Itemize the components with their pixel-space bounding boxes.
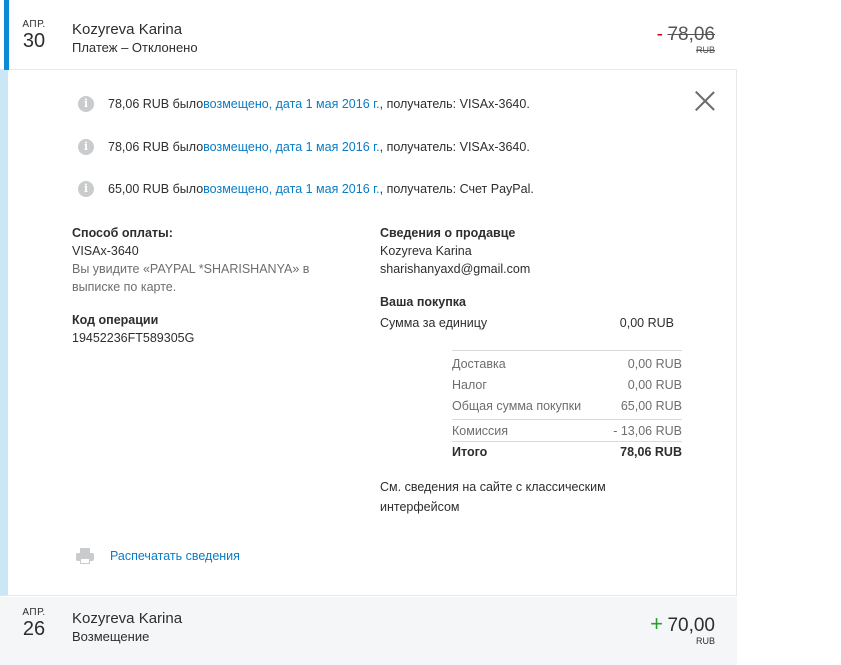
unit-price-row: Сумма за единицу 0,00 RUB — [380, 316, 674, 333]
seller-email-link[interactable]: sharishanyaxd@gmail.com — [380, 262, 530, 276]
tax-value: 0,00 RUB — [627, 378, 682, 392]
transaction-name: Kozyreva Karina — [72, 610, 183, 627]
purchase-total-row: Общая сумма покупки 65,00 RUB — [452, 399, 682, 416]
refund-link[interactable]: возмещено, дата 1 мая 2016 г. — [203, 97, 379, 111]
refund-link[interactable]: возмещено, дата 1 мая 2016 г. — [203, 182, 379, 196]
divider — [452, 350, 682, 351]
seller-info-label: Сведения о продавце — [380, 226, 516, 240]
fee-value: - 13,06 RUB — [613, 424, 682, 438]
printer-icon — [76, 548, 94, 564]
amount-sign: + — [650, 611, 663, 636]
refund-note: i 78,06 RUB было возмещено, дата 1 мая 2… — [78, 139, 530, 155]
fee-label: Комиссия — [452, 424, 509, 438]
refund-note: i 65,00 RUB было возмещено, дата 1 мая 2… — [78, 181, 534, 197]
statement-note-line2: выписке по карте. — [72, 280, 177, 294]
note-suffix: , получатель: VISAx-3640. — [379, 140, 530, 154]
transaction-row-top[interactable]: АПР. 30 Kozyreva Karina Платеж – Отклоне… — [0, 0, 737, 70]
payment-method-label: Способ оплаты: — [72, 226, 173, 240]
transaction-name: Kozyreva Karina — [72, 21, 183, 38]
transaction-status: Платеж – Отклонено — [72, 40, 198, 55]
statement-note-line1: Вы увидите «PAYPAL *SHARISHANYA» в — [72, 262, 310, 276]
info-icon: i — [78, 181, 94, 197]
date-day: 30 — [22, 30, 46, 52]
note-prefix: 65,00 RUB было — [108, 182, 204, 196]
close-icon[interactable] — [694, 90, 716, 112]
transaction-date: АПР. 30 — [12, 19, 56, 52]
print-details-label[interactable]: Распечатать сведения — [110, 549, 240, 563]
page-right-margin — [737, 0, 841, 665]
purchase-total-value: 65,00 RUB — [620, 399, 682, 413]
payment-method-value: VISAx-3640 — [72, 244, 139, 258]
transaction-amount: + 70,00 RUB — [650, 611, 715, 646]
unit-price-label: Сумма за единицу — [380, 316, 488, 330]
note-prefix: 78,06 RUB было — [108, 140, 204, 154]
amount-currency: RUB — [695, 636, 715, 646]
seller-name: Kozyreva Karina — [380, 244, 472, 258]
info-icon: i — [78, 96, 94, 112]
transaction-status: Возмещение — [72, 629, 150, 644]
amount-sign: - — [656, 24, 663, 45]
classic-site-link-line1[interactable]: См. сведения на сайте с классическим — [380, 480, 606, 494]
grand-total-label: Итого — [452, 445, 488, 459]
refund-link[interactable]: возмещено, дата 1 мая 2016 г. — [203, 140, 379, 154]
grand-total-row: Итого 78,06 RUB — [452, 445, 682, 462]
note-prefix: 78,06 RUB было — [108, 97, 204, 111]
grand-total-value: 78,06 RUB — [620, 445, 682, 459]
print-details-button[interactable]: Распечатать сведения — [76, 548, 240, 564]
refund-note: i 78,06 RUB было возмещено, дата 1 мая 2… — [78, 96, 530, 112]
amount-currency: RUB — [695, 45, 715, 55]
delivery-label: Доставка — [452, 357, 506, 371]
fee-row: Комиссия - 13,06 RUB — [452, 424, 682, 441]
delivery-value: 0,00 RUB — [627, 357, 682, 371]
transaction-date: АПР. 26 — [12, 607, 56, 640]
purchase-label: Ваша покупка — [380, 295, 466, 309]
delivery-row: Доставка 0,00 RUB — [452, 357, 682, 374]
note-suffix: , получатель: VISAx-3640. — [379, 97, 530, 111]
operation-code-value: 19452236FT589305G — [72, 331, 195, 345]
transaction-details-panel: i 78,06 RUB было возмещено, дата 1 мая 2… — [0, 70, 737, 596]
unit-price-value: 0,00 RUB — [619, 316, 674, 330]
purchase-total-label: Общая сумма покупки — [452, 399, 582, 413]
tax-label: Налог — [452, 378, 487, 392]
note-suffix: , получатель: Счет PayPal. — [379, 182, 534, 196]
tax-row: Налог 0,00 RUB — [452, 378, 682, 395]
classic-site-link-line2[interactable]: интерфейсом — [380, 500, 460, 514]
date-month: АПР. — [22, 19, 46, 30]
date-day: 26 — [22, 618, 46, 640]
classic-site-link[interactable]: См. сведения на сайте с классическим инт… — [380, 480, 606, 520]
info-icon: i — [78, 139, 94, 155]
selected-accent-bar — [4, 0, 9, 70]
operation-code-label: Код операции — [72, 313, 159, 327]
transaction-amount: - 78,06 RUB — [657, 24, 715, 55]
divider — [452, 419, 682, 420]
amount-value: 78,06 — [667, 24, 715, 45]
date-month: АПР. — [22, 607, 46, 618]
transaction-row-bottom[interactable]: АПР. 26 Kozyreva Karina Возмещение + 70,… — [0, 597, 737, 665]
amount-value: 70,00 — [667, 615, 715, 636]
divider — [452, 441, 682, 442]
